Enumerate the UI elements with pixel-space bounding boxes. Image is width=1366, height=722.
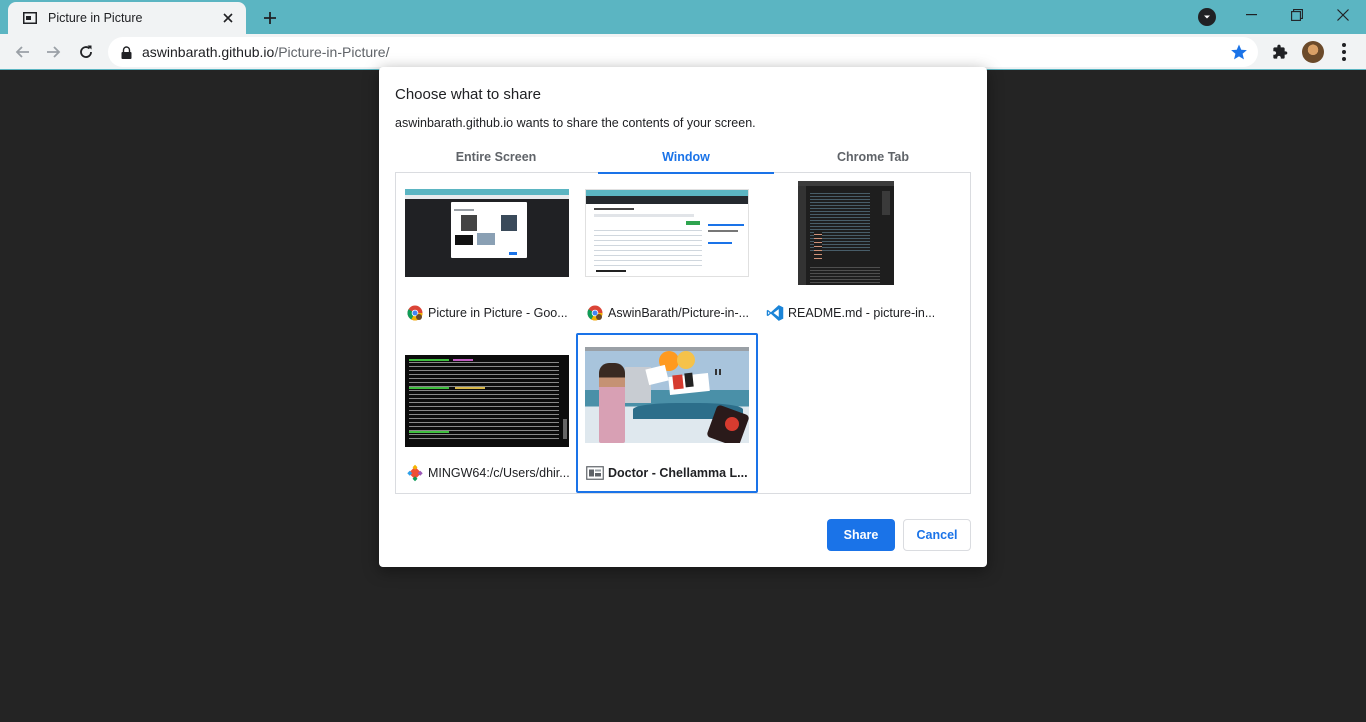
close-icon[interactable] <box>220 10 236 26</box>
window-item-label: Doctor - Chellamma L... <box>586 463 754 483</box>
vscode-icon <box>766 304 784 322</box>
dialog-subtitle: aswinbarath.github.io wants to share the… <box>395 116 756 130</box>
window-title: README.md - picture-in... <box>788 306 934 320</box>
window-item-label: Picture in Picture - Goo... <box>406 303 574 323</box>
tab-strip: Picture in Picture <box>0 0 1366 34</box>
window-title: Doctor - Chellamma L... <box>608 466 748 480</box>
browser-toolbar: aswinbarath.github.io/Picture-in-Picture… <box>0 34 1366 70</box>
window-title: Picture in Picture - Goo... <box>428 306 568 320</box>
browser-tab[interactable]: Picture in Picture <box>8 2 246 34</box>
address-bar[interactable]: aswinbarath.github.io/Picture-in-Picture… <box>108 37 1258 67</box>
url-path: /Picture-in-Picture/ <box>274 44 390 60</box>
chrome-icon <box>586 304 604 322</box>
star-icon[interactable] <box>1230 43 1248 61</box>
avatar[interactable] <box>1302 41 1324 63</box>
url-text: aswinbarath.github.io/Picture-in-Picture… <box>142 44 389 60</box>
puzzle-icon[interactable] <box>1270 42 1290 62</box>
window-thumbnail <box>405 189 569 277</box>
more-vertical-icon[interactable] <box>1334 42 1354 62</box>
chevron-down-icon[interactable] <box>1198 8 1216 26</box>
minimize-icon[interactable] <box>1228 0 1274 30</box>
reload-icon[interactable] <box>72 38 100 66</box>
plus-icon[interactable] <box>258 6 282 30</box>
window-item-pip-video[interactable]: Doctor - Chellamma L... <box>576 333 758 493</box>
window-item-mingw64-terminal[interactable]: MINGW64:/c/Users/dhir... <box>396 333 578 493</box>
tab-chrome-tab[interactable]: Chrome Tab <box>775 147 971 173</box>
git-icon <box>406 464 424 482</box>
window-list: Picture in Picture - Goo... AswinBarath/… <box>395 173 971 494</box>
window-title: AswinBarath/Picture-in-... <box>608 306 750 320</box>
back-arrow-icon[interactable] <box>8 38 36 66</box>
window-item-label: README.md - picture-in... <box>766 303 934 323</box>
tab-window[interactable]: Window <box>598 147 774 174</box>
share-button[interactable]: Share <box>827 519 895 551</box>
share-source-tabs: Entire Screen Window Chrome Tab <box>395 147 971 174</box>
window-item-github-repo[interactable]: AswinBarath/Picture-in-... <box>576 173 758 333</box>
window-title: MINGW64:/c/Users/dhir... <box>428 466 570 480</box>
forward-arrow-icon[interactable] <box>40 38 68 66</box>
dialog-title: Choose what to share <box>395 86 541 103</box>
picture-in-picture-icon <box>22 10 38 26</box>
window-thumbnail <box>585 347 749 443</box>
tab-entire-screen[interactable]: Entire Screen <box>395 147 597 173</box>
url-host: aswinbarath.github.io <box>142 44 275 60</box>
restore-icon[interactable] <box>1274 0 1320 30</box>
window-item-label: MINGW64:/c/Users/dhir... <box>406 463 574 483</box>
share-screen-dialog: Choose what to share aswinbarath.github.… <box>379 67 987 567</box>
tab-title: Picture in Picture <box>48 11 143 25</box>
window-thumbnail <box>405 349 569 447</box>
window-thumbnail <box>798 181 894 285</box>
window-item-picture-in-picture[interactable]: Picture in Picture - Goo... <box>396 173 578 333</box>
window-item-vscode-readme[interactable]: README.md - picture-in... <box>756 173 938 333</box>
window-close-icon[interactable] <box>1320 0 1366 30</box>
window-item-label: AswinBarath/Picture-in-... <box>586 303 754 323</box>
chrome-icon <box>406 304 424 322</box>
pip-window-icon <box>586 464 604 482</box>
cancel-button[interactable]: Cancel <box>903 519 971 551</box>
lock-icon[interactable] <box>120 45 132 59</box>
window-thumbnail <box>585 189 749 277</box>
